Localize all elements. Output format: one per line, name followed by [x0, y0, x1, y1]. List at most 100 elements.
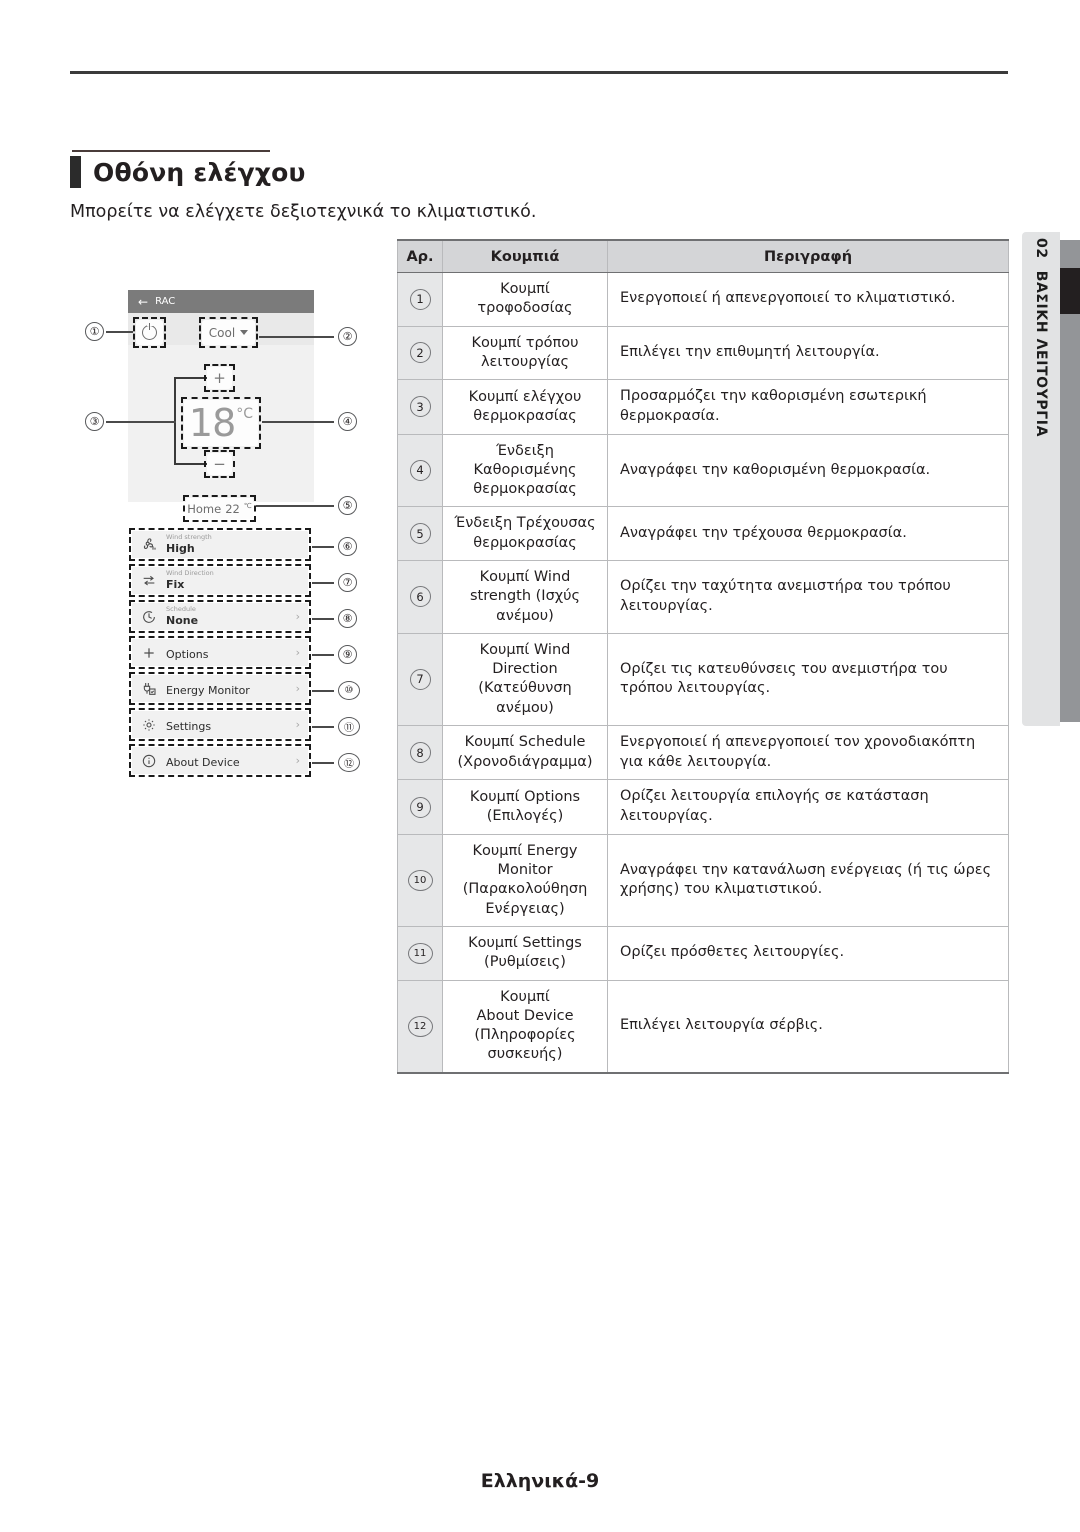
page-edge-bar-active: [1060, 268, 1080, 314]
leader-line-6: [312, 546, 334, 548]
table-cell-button-name: Κουμπί Schedule (Χρονοδιάγραμμα): [442, 724, 608, 781]
table-cell-number: 6: [397, 559, 443, 634]
table-cell-number: 11: [397, 925, 443, 981]
table-row: 7 Κουμπί Wind Direction (Κατεύθυνση ανέμου) Ο…: [397, 632, 1009, 726]
power-button-highlight: [133, 317, 166, 348]
minus-connector-horizontal: [174, 463, 208, 465]
callout-10: ⑩: [338, 681, 360, 700]
device-screen-mockup: ← RAC Cool + 18 °C − Home 22 ℃ Wind stre…: [128, 290, 314, 777]
table-cell-number: 3: [397, 379, 443, 435]
leader-line-9: [312, 654, 334, 656]
temp-increase-highlight: [204, 364, 235, 392]
chapter-label: ΒΑΣΙΚΗ ΛΕΙΤΟΥΡΓΙΑ: [1033, 270, 1049, 438]
page-subtitle: Μπορείτε να ελέγχετε δεξιοτεχνικά το κλι…: [70, 202, 537, 222]
callout-4: ④: [338, 412, 357, 431]
wind-direction-highlight: [129, 564, 311, 597]
table-body: 1 Κουμπί τροφοδοσίας Ενεργοποιεί ή απενεργο…: [397, 272, 1009, 1074]
page-title: Οθόνη ελέγχου: [93, 157, 306, 187]
table-cell-button-name: Κουμπί Wind Direction (Κατεύθυνση ανέμου): [442, 632, 608, 726]
table-row: 12 Κουμπί About Device (Πληροφορίες συσκευής…: [397, 979, 1009, 1074]
row-number-badge: 1: [409, 288, 431, 310]
plus-connector-horizontal: [174, 377, 208, 379]
row-number-badge: 6: [409, 586, 431, 608]
callout-8: ⑧: [338, 609, 357, 628]
mock-title: RAC: [155, 296, 176, 307]
leader-line-5: [256, 505, 334, 507]
table-row: 6 Κουμπί Wind strength (Ισχύς ανέμου) Ορίζει…: [397, 559, 1009, 634]
settings-highlight: [129, 708, 311, 741]
table-cell-button-name: Ένδειξη Τρέχουσας θερμοκρασίας: [442, 506, 608, 561]
table-cell-number: 5: [397, 506, 443, 561]
leader-line-10: [312, 690, 334, 692]
table-row: 4 Ένδειξη Καθορισμένης θερμοκρασίας Αναγράφε…: [397, 433, 1009, 508]
leader-line-12: [312, 762, 334, 764]
table-cell-description: Ενεργοποιεί ή απενεργοποιεί τον χρονοδια…: [607, 724, 1009, 781]
table-header-button: Κουμπιά: [442, 239, 608, 273]
table-header-row: Αρ. Κουμπιά Περιγραφή: [397, 239, 1009, 273]
table-row: 3 Κουμπί ελέγχου θερμοκρασίας Προσαρμόζει τ…: [397, 379, 1009, 435]
table-cell-number: 2: [397, 325, 443, 381]
options-highlight: [129, 636, 311, 669]
table-cell-description: Ορίζει τις κατευθύνσεις του ανεμιστήρα τ…: [607, 632, 1009, 726]
leader-line-2: [259, 336, 334, 338]
callout-9: ⑨: [338, 645, 357, 664]
row-number-badge: 9: [409, 796, 431, 818]
table-cell-button-name: Κουμπί τροφοδοσίας: [442, 272, 608, 327]
chapter-number: 02: [1033, 238, 1049, 259]
temp-decrease-highlight: [204, 450, 235, 478]
mode-button-highlight: [199, 317, 258, 348]
callout-6: ⑥: [338, 537, 357, 556]
table-cell-number: 4: [397, 433, 443, 508]
table-cell-description: Ορίζει λειτουργία επιλογής σε κατάσταση …: [607, 779, 1009, 835]
callout-2: ②: [338, 327, 357, 346]
table-row: 11 Κουμπί Settings (Ρυθμίσεις) Ορίζει πρόσθ…: [397, 925, 1009, 981]
table-cell-button-name: Κουμπί Settings (Ρυθμίσεις): [442, 925, 608, 981]
chapter-tab: 02 ΒΑΣΙΚΗ ΛΕΙΤΟΥΡΓΙΑ: [1022, 232, 1060, 726]
table-cell-button-name: Κουμπί Energy Monitor (Παρακολούθηση Ενέργε…: [442, 833, 608, 927]
leader-line-8: [312, 618, 334, 620]
leader-line-3: [106, 421, 176, 423]
table-cell-number: 9: [397, 779, 443, 835]
callout-3: ③: [85, 412, 104, 431]
callout-12: ⑫: [338, 753, 360, 772]
table-row: 5 Ένδειξη Τρέχουσας θερμοκρασίας Αναγράφει …: [397, 506, 1009, 561]
table-cell-number: 12: [397, 979, 443, 1074]
current-temperature-highlight: [183, 495, 256, 522]
table-cell-description: Επιλέγει την επιθυμητή λειτουργία.: [607, 325, 1009, 381]
row-number-badge: 11: [407, 942, 433, 964]
row-number-badge: 7: [409, 668, 431, 690]
row-number-badge: 3: [409, 396, 431, 418]
leader-line-1: [106, 331, 133, 333]
callout-11: ⑪: [338, 717, 360, 736]
table-cell-description: Αναγράφει την καθορισμένη θερμοκρασία.: [607, 433, 1009, 508]
table-cell-number: 8: [397, 724, 443, 781]
table-cell-description: Επιλέγει λειτουργία σέρβις.: [607, 979, 1009, 1074]
heading-accent-bar: [70, 156, 81, 188]
table-cell-description: Αναγράφει την τρέχουσα θερμοκρασία.: [607, 506, 1009, 561]
table-cell-button-name: Ένδειξη Καθορισμένης θερμοκρασίας: [442, 433, 608, 508]
row-number-badge: 8: [409, 742, 431, 764]
table-cell-button-name: Κουμπί About Device (Πληροφορίες συσκευής): [442, 979, 608, 1074]
leader-line-11: [312, 726, 334, 728]
table-header-description: Περιγραφή: [607, 239, 1009, 273]
row-number-badge: 5: [409, 523, 431, 545]
table-cell-button-name: Κουμπί τρόπου λειτουργίας: [442, 325, 608, 381]
table-cell-button-name: Κουμπί ελέγχου θερμοκρασίας: [442, 379, 608, 435]
table-cell-button-name: Κουμπί Options (Επιλογές): [442, 779, 608, 835]
row-number-badge: 4: [409, 459, 431, 481]
back-arrow-icon[interactable]: ←: [138, 296, 148, 308]
callout-1: ①: [85, 322, 104, 341]
heading-underline: [72, 150, 270, 152]
section-heading: Οθόνη ελέγχου: [70, 150, 490, 188]
row-number-badge: 12: [407, 1015, 433, 1037]
table-header-no: Αρ.: [397, 239, 443, 273]
leader-line-4: [262, 421, 334, 423]
table-row: 2 Κουμπί τρόπου λειτουργίας Επιλέγει την επ…: [397, 325, 1009, 381]
table-cell-number: 10: [397, 833, 443, 927]
mock-titlebar: ← RAC: [128, 290, 314, 313]
about-device-highlight: [129, 744, 311, 777]
row-number-badge: 10: [407, 869, 433, 891]
table-row: 9 Κουμπί Options (Επιλογές) Ορίζει λειτουργ…: [397, 779, 1009, 835]
table-cell-description: Ενεργοποιεί ή απενεργοποιεί το κλιματιστ…: [607, 272, 1009, 327]
button-description-table: Αρ. Κουμπιά Περιγραφή 1 Κουμπί τροφοδοσίας…: [397, 239, 1009, 1074]
